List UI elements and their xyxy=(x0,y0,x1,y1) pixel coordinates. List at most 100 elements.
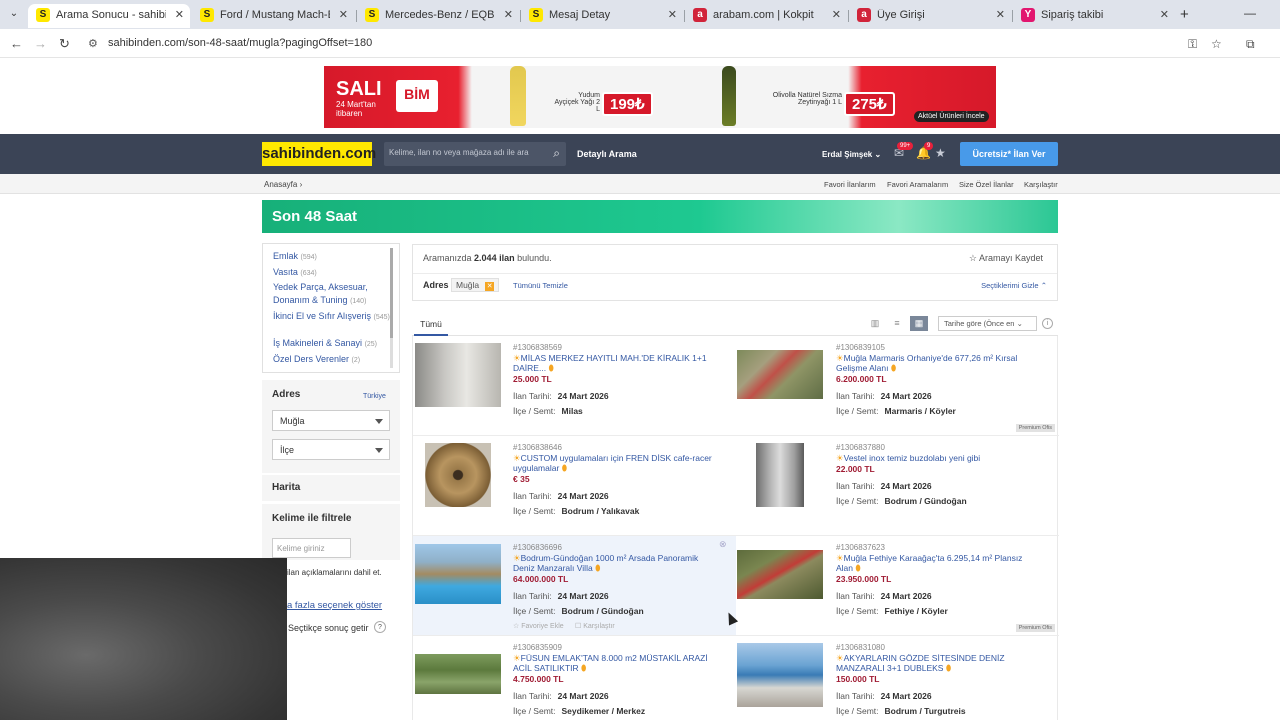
gallery-view-icon[interactable]: ▦ xyxy=(910,316,928,331)
close-icon[interactable]: ✕ xyxy=(996,8,1005,21)
category-scrollbar[interactable] xyxy=(390,248,393,368)
category-ozel-ders[interactable]: Özel Ders Verenler (2) xyxy=(273,353,391,367)
listing-location: İlçe / Semt: Marmaris / Köyler xyxy=(836,406,956,416)
search-placeholder: Kelime, ilan no veya mağaza adı ile ara xyxy=(389,148,529,157)
category-yedek-parca[interactable]: Yedek Parça, Aksesuar, Donanım & Tuning … xyxy=(273,281,391,308)
close-icon[interactable]: ✕ xyxy=(832,8,841,21)
city-select[interactable]: Muğla xyxy=(272,410,390,431)
ad-cta-button[interactable]: Aktüel Ürünleri İncele xyxy=(914,111,989,122)
tab-ford-mustang[interactable]: S Ford / Mustang Mach-E / Prem ✕ xyxy=(192,4,354,28)
close-icon[interactable]: ✕ xyxy=(485,282,495,291)
listing-card[interactable]: #1306835909 ☀FÜSUN EMLAK'TAN 8.000 m2 MÜ… xyxy=(413,636,736,720)
compare-checkbox[interactable]: ☐ Karşılaştır xyxy=(575,622,615,630)
listing-title[interactable]: ☀AKYARLARIN GÖZDE SİTESİNDE DENİZ MANZAR… xyxy=(836,653,1041,673)
listing-thumbnail-sea-view[interactable] xyxy=(737,643,823,707)
site-settings-icon[interactable]: ⚙ xyxy=(88,37,98,50)
favorite-add-button[interactable]: ☆ Favoriye Ekle xyxy=(513,622,564,630)
tab-label: arabam.com | Kokpit xyxy=(713,9,814,21)
listing-thumbnail-aerial-land[interactable] xyxy=(737,550,823,599)
clear-all-link[interactable]: Tümünü Temizle xyxy=(513,281,568,290)
ad-banner[interactable]: SALI 24 Mart'tan itibaren BİM Yudum Ayçi… xyxy=(324,66,996,128)
listing-title[interactable]: ☀Bodrum-Gündoğan 1000 m² Arsada Panorami… xyxy=(513,553,718,573)
listing-card[interactable]: #1306838569 ☀MİLAS MERKEZ HAYITLI MAH.'D… xyxy=(413,336,736,436)
keyword-input[interactable]: Kelime giriniz xyxy=(272,538,351,558)
close-icon[interactable]: ✕ xyxy=(668,8,677,21)
close-icon[interactable]: ✕ xyxy=(504,8,513,21)
category-emlak[interactable]: Emlak (594) xyxy=(273,250,391,264)
listing-title[interactable]: ☀FÜSUN EMLAK'TAN 8.000 m2 MÜSTAKİL ARAZİ… xyxy=(513,653,718,673)
auto-results-label[interactable]: Seçtikçe sonuç getir xyxy=(288,623,369,633)
listing-card[interactable]: #1306836696 ☀Bodrum-Gündoğan 1000 m² Ars… xyxy=(413,536,736,636)
info-icon[interactable]: i xyxy=(1042,318,1053,329)
listing-card[interactable]: #1306838646 ☀CUSTOM uygulamaları için FR… xyxy=(413,436,736,536)
favorite-listings-link[interactable]: Favori İlanlarım xyxy=(824,180,876,189)
tab-mercedes-eqb[interactable]: S Mercedes-Benz / EQB / 350 / E ✕ xyxy=(357,4,519,28)
forward-arrow-icon[interactable]: → xyxy=(34,36,47,51)
category-ikinci-el[interactable]: İkinci El ve Sıfır Alışveriş (545) xyxy=(273,310,391,324)
breadcrumb[interactable]: Anasayfa › xyxy=(264,180,302,189)
list-view-icon[interactable]: ≡ xyxy=(888,316,906,331)
tab-all[interactable]: Tümü xyxy=(414,311,448,336)
listing-title[interactable]: ☀Muğla Marmaris Orhaniye'de 677,26 m² Kı… xyxy=(836,353,1041,373)
save-search-button[interactable]: ☆ Aramayı Kaydet xyxy=(969,253,1043,264)
listing-title[interactable]: ☀MİLAS MERKEZ HAYITLI MAH.'DE KİRALIK 1+… xyxy=(513,353,718,373)
tab-uye-girisi[interactable]: a Üye Girişi ✕ xyxy=(849,4,1011,28)
back-arrow-icon[interactable]: ← xyxy=(10,36,23,51)
listing-card[interactable]: #1306837880 ☀Vestel inox temiz buzdolabı… xyxy=(736,436,1059,536)
sort-select[interactable]: Tarihe göre (Önce en ⌄ xyxy=(938,316,1037,331)
listing-thumbnail-fridge[interactable] xyxy=(756,443,804,507)
bookmark-star-icon[interactable]: ☆ xyxy=(1211,37,1222,51)
category-count: (634) xyxy=(300,270,317,277)
listing-date: İlan Tarihi: 24 Mart 2026 xyxy=(836,691,932,701)
advanced-search-link[interactable]: Detaylı Arama xyxy=(577,149,637,159)
listing-thumbnail-brake-disk[interactable] xyxy=(425,443,491,507)
reload-icon[interactable]: ↻ xyxy=(59,36,70,52)
tab-arabam-kokpit[interactable]: a arabam.com | Kokpit ✕ xyxy=(685,4,847,28)
password-key-icon[interactable]: ⚿ xyxy=(1188,37,1197,52)
listing-thumbnail-villa[interactable] xyxy=(415,544,501,604)
more-options-link[interactable]: a fazla seçenek göster xyxy=(287,600,382,611)
help-icon[interactable]: ? xyxy=(374,621,386,633)
category-vasita[interactable]: Vasıta (634) xyxy=(273,266,391,280)
category-count: (545) xyxy=(373,314,390,321)
listing-thumbnail-field[interactable] xyxy=(415,654,501,694)
user-menu[interactable]: Erdal Şimşek ⌄ xyxy=(822,150,881,159)
tab-mesaj-detay[interactable]: S Mesaj Detay ✕ xyxy=(521,4,683,28)
map-filter-label[interactable]: Harita xyxy=(272,482,300,493)
category-is-makineleri[interactable]: İş Makineleri & Sanayi (25) xyxy=(273,337,391,351)
url-field[interactable]: ⚙ sahibinden.com/son-48-saat/mugla?pagin… xyxy=(82,33,1232,54)
country-link[interactable]: Türkiye xyxy=(363,393,386,400)
listing-title[interactable]: ☀CUSTOM uygulamaları için FREN DİSK cafe… xyxy=(513,453,718,473)
include-descriptions-label[interactable]: ilan açıklamalarını dahil et. xyxy=(287,568,382,577)
close-icon[interactable]: ✕ xyxy=(175,8,184,21)
favorites-star-icon[interactable]: ★ xyxy=(935,146,946,160)
new-tab-icon[interactable]: + xyxy=(1180,6,1189,23)
tab-search-icon[interactable]: ⌄ xyxy=(6,6,22,22)
close-icon[interactable]: ⊗ xyxy=(719,539,727,550)
post-listing-button[interactable]: Ücretsiz* İlan Ver xyxy=(960,142,1058,166)
extensions-icon[interactable]: ⧉ xyxy=(1246,37,1255,52)
favorite-searches-link[interactable]: Favori Aramalarım xyxy=(887,180,948,189)
listing-card[interactable]: #1306831080 ☀AKYARLARIN GÖZDE SİTESİNDE … xyxy=(736,636,1059,720)
tab-arama-sonucu[interactable]: S Arama Sonucu - sahibinden.com ✕ xyxy=(28,4,190,28)
minimize-icon[interactable]: — xyxy=(1244,6,1256,20)
compare-link[interactable]: Karşılaştır xyxy=(1024,180,1058,189)
listing-title[interactable]: ☀Vestel inox temiz buzdolabı yeni gibi xyxy=(836,453,1041,463)
listing-title[interactable]: ☀Muğla Fethiye Karaağaç'ta 6.295,14 m² P… xyxy=(836,553,1041,573)
hide-selected-link[interactable]: Seçtiklerimi Gizle ⌃ xyxy=(981,281,1047,290)
listing-thumbnail-aerial[interactable] xyxy=(737,350,823,399)
listing-thumbnail-interior[interactable] xyxy=(415,343,501,407)
sahibinden-logo[interactable]: sahibinden.com xyxy=(262,142,376,166)
search-icon[interactable]: ⌕ xyxy=(553,146,560,161)
favorite-add-label: Favoriye Ekle xyxy=(521,623,564,630)
tab-siparis-takibi[interactable]: Y Sipariş takibi ✕ xyxy=(1013,4,1175,28)
listing-card[interactable]: #1306837623 ☀Muğla Fethiye Karaağaç'ta 6… xyxy=(736,536,1059,636)
table-view-icon[interactable]: ▥ xyxy=(866,316,884,331)
special-listings-link[interactable]: Size Özel İlanlar xyxy=(959,180,1014,189)
listing-card[interactable]: #1306839105 ☀Muğla Marmaris Orhaniye'de … xyxy=(736,336,1059,436)
district-select[interactable]: İlçe xyxy=(272,439,390,460)
search-input[interactable]: Kelime, ilan no veya mağaza adı ile ara … xyxy=(384,142,566,166)
close-icon[interactable]: ✕ xyxy=(1160,8,1169,21)
close-icon[interactable]: ✕ xyxy=(339,8,348,21)
location-label: İlçe / Semt: xyxy=(513,406,556,416)
